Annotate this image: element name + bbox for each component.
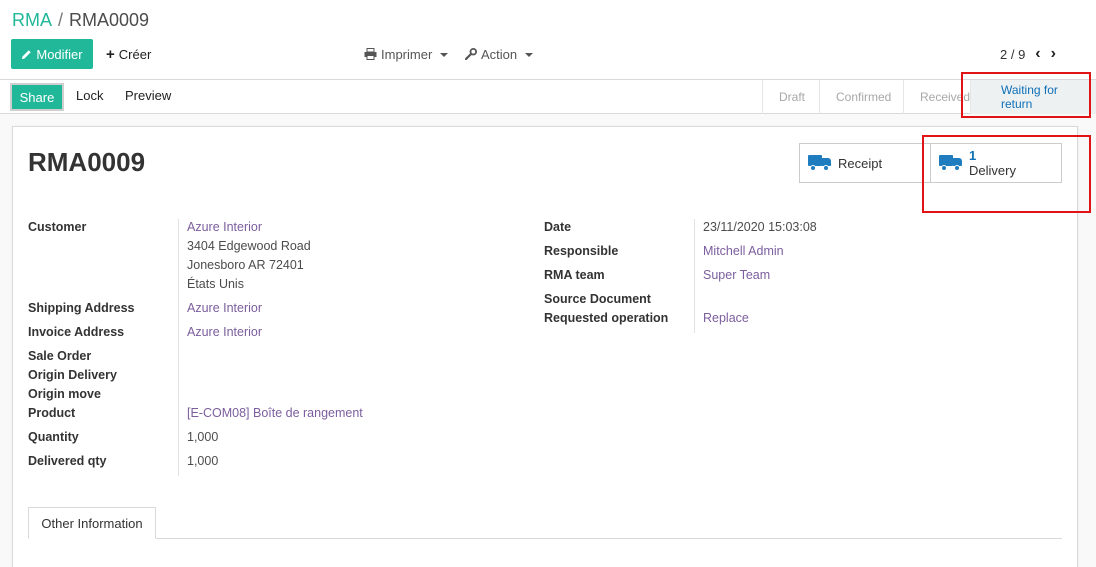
delivery-count: 1 [969, 148, 977, 163]
caret-down-icon [525, 53, 534, 57]
customer-link[interactable]: Azure Interior [187, 220, 262, 234]
action-dropdown[interactable]: Action [465, 39, 534, 69]
breadcrumb: RMA / RMA0009 [12, 10, 149, 31]
action-label: Action [481, 46, 518, 62]
requested-operation-link[interactable]: Replace [703, 311, 749, 325]
preview-button[interactable]: Preview [125, 88, 171, 103]
invoice-address-label: Invoice Address [28, 325, 125, 339]
stage-confirmed[interactable]: Confirmed [819, 80, 903, 114]
lock-button[interactable]: Lock [76, 88, 103, 103]
customer-address-line: États Unis [187, 277, 244, 291]
responsible-label: Responsible [544, 244, 619, 258]
shipping-address-label: Shipping Address [28, 301, 135, 315]
responsible-link[interactable]: Mitchell Admin [703, 244, 784, 258]
receipt-label: Receipt [838, 155, 883, 171]
wrench-icon [465, 48, 477, 60]
share-button[interactable]: Share [10, 83, 64, 111]
pager-value[interactable]: 2 / 9 [1000, 47, 1025, 62]
create-button-label: Créer [118, 46, 152, 62]
stage-draft[interactable]: Draft [762, 80, 819, 114]
breadcrumb-separator: / [58, 10, 64, 30]
chevron-left-icon[interactable]: ‹ [1035, 45, 1040, 63]
printer-icon [364, 48, 377, 60]
print-dropdown[interactable]: Imprimer [364, 39, 449, 69]
record-title: RMA0009 [28, 147, 146, 177]
truck-icon [939, 154, 963, 172]
sale-order-label: Sale Order [28, 349, 92, 363]
date-value: 23/11/2020 15:03:08 [703, 220, 817, 234]
breadcrumb-rma-link[interactable]: RMA [12, 10, 52, 30]
requested-operation-label: Requested operation [544, 311, 669, 325]
form-sheet [12, 126, 1078, 567]
left-group-divider [178, 219, 179, 476]
delivered-qty-label: Delivered qty [28, 454, 107, 468]
quantity-value: 1,000 [187, 430, 219, 444]
delivery-smart-button[interactable]: 1 Delivery [930, 143, 1062, 183]
stage-waiting-for-return[interactable]: Waiting for return [970, 80, 1096, 114]
product-label: Product [28, 406, 76, 420]
customer-address-line: 3404 Edgewood Road [187, 239, 311, 253]
stage-pipeline: Draft Confirmed Received Waiting for ret… [762, 80, 1096, 114]
caret-down-icon [440, 53, 449, 57]
source-document-label: Source Document [544, 292, 651, 306]
edit-button[interactable]: Modifier [11, 39, 93, 69]
origin-delivery-label: Origin Delivery [28, 368, 117, 382]
customer-label: Customer [28, 220, 87, 234]
delivery-label: Delivery [969, 163, 1016, 178]
form-statusbar: Share Lock Preview Draft Confirmed Recei… [0, 80, 1096, 114]
rma-team-label: RMA team [544, 268, 605, 282]
customer-address-line: Jonesboro AR 72401 [187, 258, 304, 272]
create-button[interactable]: + Créer [106, 39, 151, 69]
quantity-label: Quantity [28, 430, 79, 444]
receipt-smart-button[interactable]: Receipt [799, 143, 931, 183]
edit-button-label: Modifier [36, 46, 83, 62]
plus-icon: + [106, 45, 115, 63]
pencil-icon [22, 49, 32, 59]
control-panel: RMA / RMA0009 Modifier + Créer Imprimer Ac… [0, 0, 1096, 80]
tab-other-information[interactable]: Other Information [28, 507, 156, 539]
delivered-qty-value: 1,000 [187, 454, 219, 468]
chevron-right-icon[interactable]: › [1051, 45, 1056, 63]
origin-move-label: Origin move [28, 387, 101, 401]
invoice-address-link[interactable]: Azure Interior [187, 325, 262, 339]
notebook-divider [28, 538, 1062, 539]
date-label: Date [544, 220, 572, 234]
pager: 2 / 9 ‹ › [1000, 39, 1056, 69]
right-group-divider [694, 219, 695, 333]
delivery-info: 1 Delivery [969, 148, 1016, 178]
product-link[interactable]: [E-COM08] Boîte de rangement [187, 406, 363, 420]
print-label: Imprimer [381, 46, 433, 62]
shipping-address-link[interactable]: Azure Interior [187, 301, 262, 315]
breadcrumb-current: RMA0009 [69, 10, 150, 30]
rma-team-link[interactable]: Super Team [703, 268, 770, 282]
truck-icon [808, 154, 832, 172]
stage-received[interactable]: Received [903, 80, 970, 114]
